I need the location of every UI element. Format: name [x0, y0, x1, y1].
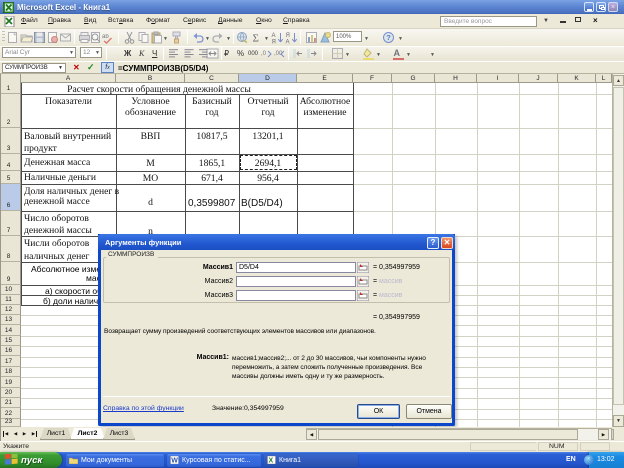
svg-text:Σ: Σ	[253, 33, 259, 45]
svg-text:А: А	[272, 33, 276, 39]
svg-text:W: W	[171, 458, 178, 465]
svg-text:,0: ,0	[261, 51, 267, 57]
svg-text:ab: ab	[102, 34, 109, 40]
svg-text:А: А	[394, 48, 401, 58]
svg-text:X: X	[269, 458, 274, 465]
svg-text:Я: Я	[272, 40, 276, 45]
svg-text:?: ?	[386, 33, 391, 42]
svg-text:А: А	[286, 40, 290, 45]
svg-text:Я: Я	[286, 33, 290, 39]
